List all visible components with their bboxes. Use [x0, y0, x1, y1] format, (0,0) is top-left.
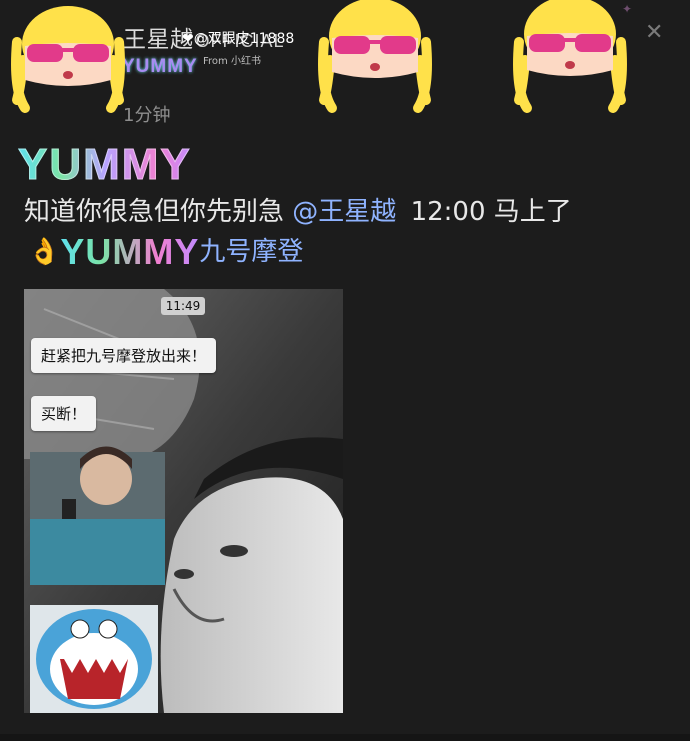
watermark: ❤@双眼皮11888 — [182, 31, 295, 47]
post-time-text: 12:00 马上了 — [410, 197, 572, 227]
cartoon-girl-sticker-1 — [11, 6, 125, 113]
heart-icon: ❤ — [182, 31, 194, 47]
close-icon[interactable]: ✕ — [645, 20, 663, 45]
post-text-line2: 👌YUMMY九号摩登 — [28, 231, 303, 273]
yummy-letters: YUMMY — [18, 140, 192, 190]
sticker-head — [11, 6, 125, 113]
sticker-head — [318, 0, 432, 113]
watermark-source: From 小红书 — [203, 56, 261, 67]
yummy-sticker-large: YUMMY — [18, 140, 192, 190]
cartoon-girl-sticker-3 — [513, 0, 627, 113]
post-text-line1: 知道你很急但你先别急 @王星越 12:00 马上了 — [24, 191, 572, 228]
bottom-edge — [0, 734, 690, 741]
post-text: 知道你很急但你先别急 — [24, 197, 285, 227]
post-text-kw[interactable]: 九号摩登 — [199, 237, 303, 267]
ok-hand-emoji: 👌 — [28, 237, 61, 267]
post-image[interactable]: 11:49 赶紧把九号摩登放出来！ 买断！ — [24, 289, 343, 713]
nickname-sticker: YUMMY — [122, 56, 198, 77]
yummy-sticker-small: YUMMY — [60, 231, 200, 272]
chat-bubble-2: 买断！ — [31, 396, 97, 431]
chat-bubble-1: 赶紧把九号摩登放出来！ — [31, 338, 217, 373]
mention-link[interactable]: @王星越 — [292, 197, 396, 227]
sticker-head — [513, 0, 627, 113]
chat-timestamp: 11:49 — [161, 297, 205, 315]
cartoon-girl-sticker-2 — [318, 0, 432, 113]
